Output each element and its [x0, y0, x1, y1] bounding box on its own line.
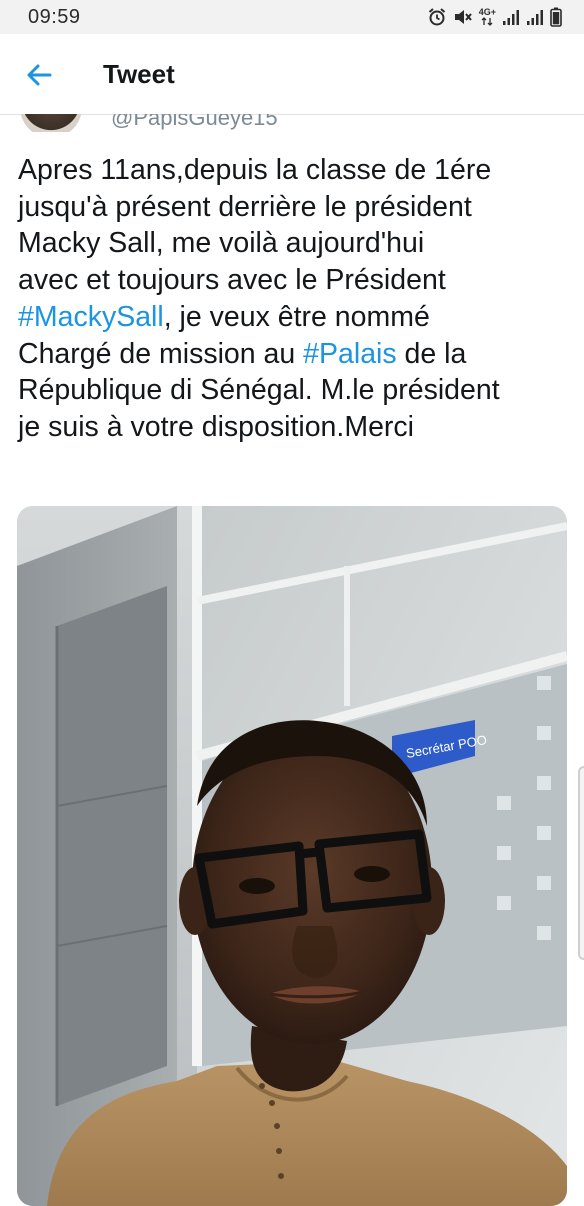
tweet-line: Apres 11ans,depuis la classe de 1ére [18, 154, 492, 186]
selfie-image: Secrétar POO [17, 506, 567, 1206]
network-type-label: 4G+ [479, 8, 496, 26]
avatar[interactable] [20, 114, 82, 132]
hashtag-link[interactable]: #MackySall [18, 301, 164, 333]
tweet-text-fragment: de la [396, 337, 467, 370]
signal-icon [502, 8, 520, 26]
back-button[interactable] [18, 54, 60, 96]
tweet-line: avec et toujours avec le Président [18, 264, 446, 297]
network-type-text: 4G+ [478, 7, 496, 17]
tweet-text: Apres 11ans,depuis la classe de 1ére jus… [18, 152, 574, 446]
signal-icon [526, 8, 544, 26]
scrollbar-handle[interactable] [578, 766, 584, 960]
network-arrows-icon [481, 17, 493, 26]
tweet-header: Tweet [0, 34, 584, 115]
author-handle[interactable]: @PapisGueye15 [111, 114, 278, 131]
alarm-icon [427, 7, 447, 27]
hashtag-link[interactable]: #Palais [303, 338, 396, 370]
status-time: 09:59 [28, 6, 81, 28]
author-row: @PapisGueye15 [0, 114, 584, 132]
tweet-line: Chargé de mission au #Palais de la [18, 336, 574, 373]
tweet-photo[interactable]: Secrétar POO [17, 506, 567, 1206]
status-bar: 09:59 4G+ [0, 0, 584, 34]
mute-icon [453, 7, 473, 27]
tweet-line: je suis à votre disposition.Merci [18, 410, 414, 443]
tweet-text-fragment: , je veux être nommé [163, 300, 430, 333]
battery-icon [550, 7, 562, 27]
tweet-line: jusqu'à présent derrière le président [18, 190, 472, 223]
tweet-line: #MackySall, je veux être nommé [18, 299, 574, 336]
page-title: Tweet [103, 59, 175, 89]
tweet-text-fragment: Chargé de mission au [18, 337, 304, 370]
arrow-left-icon [27, 64, 52, 86]
tweet-line: République di Sénégal. M.le président [18, 374, 500, 407]
status-icons: 4G+ [427, 7, 562, 27]
tweet-line: Macky Sall, me voilà aujourd'hui [18, 227, 425, 260]
